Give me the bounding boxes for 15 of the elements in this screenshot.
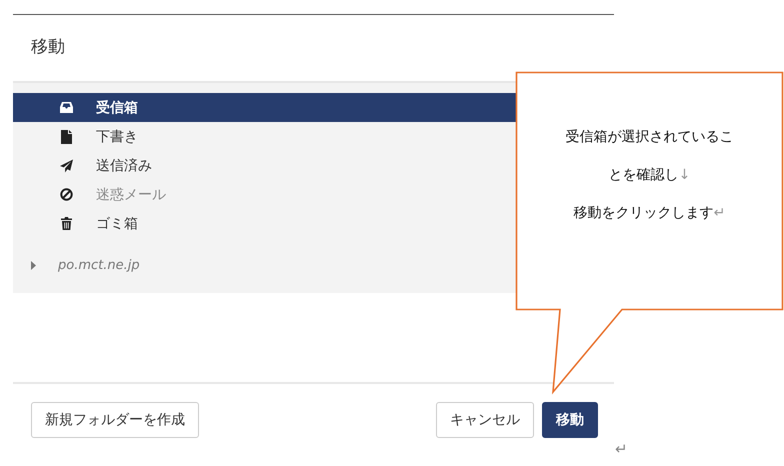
paragraph-mark: ↵ xyxy=(615,440,628,458)
file-icon xyxy=(61,130,72,144)
cancel-button[interactable]: キャンセル xyxy=(436,402,534,438)
new-folder-button[interactable]: 新規フォルダーを作成 xyxy=(31,402,199,438)
callout-text: 受信箱が選択されているこ xyxy=(566,128,734,146)
callout-text: とを確認し↓ xyxy=(608,166,690,184)
inbox-icon xyxy=(60,102,73,113)
trash-icon xyxy=(61,217,72,230)
dialog-title: 移動 xyxy=(30,36,66,59)
callout-text: 移動をクリックします↵ xyxy=(574,204,726,222)
move-button[interactable]: 移動 xyxy=(542,402,598,438)
paper-plane-icon xyxy=(60,158,73,172)
account-label[interactable]: po.mct.ne.jp xyxy=(58,258,140,273)
caret-icon[interactable] xyxy=(31,261,36,270)
ban-icon xyxy=(60,188,73,201)
